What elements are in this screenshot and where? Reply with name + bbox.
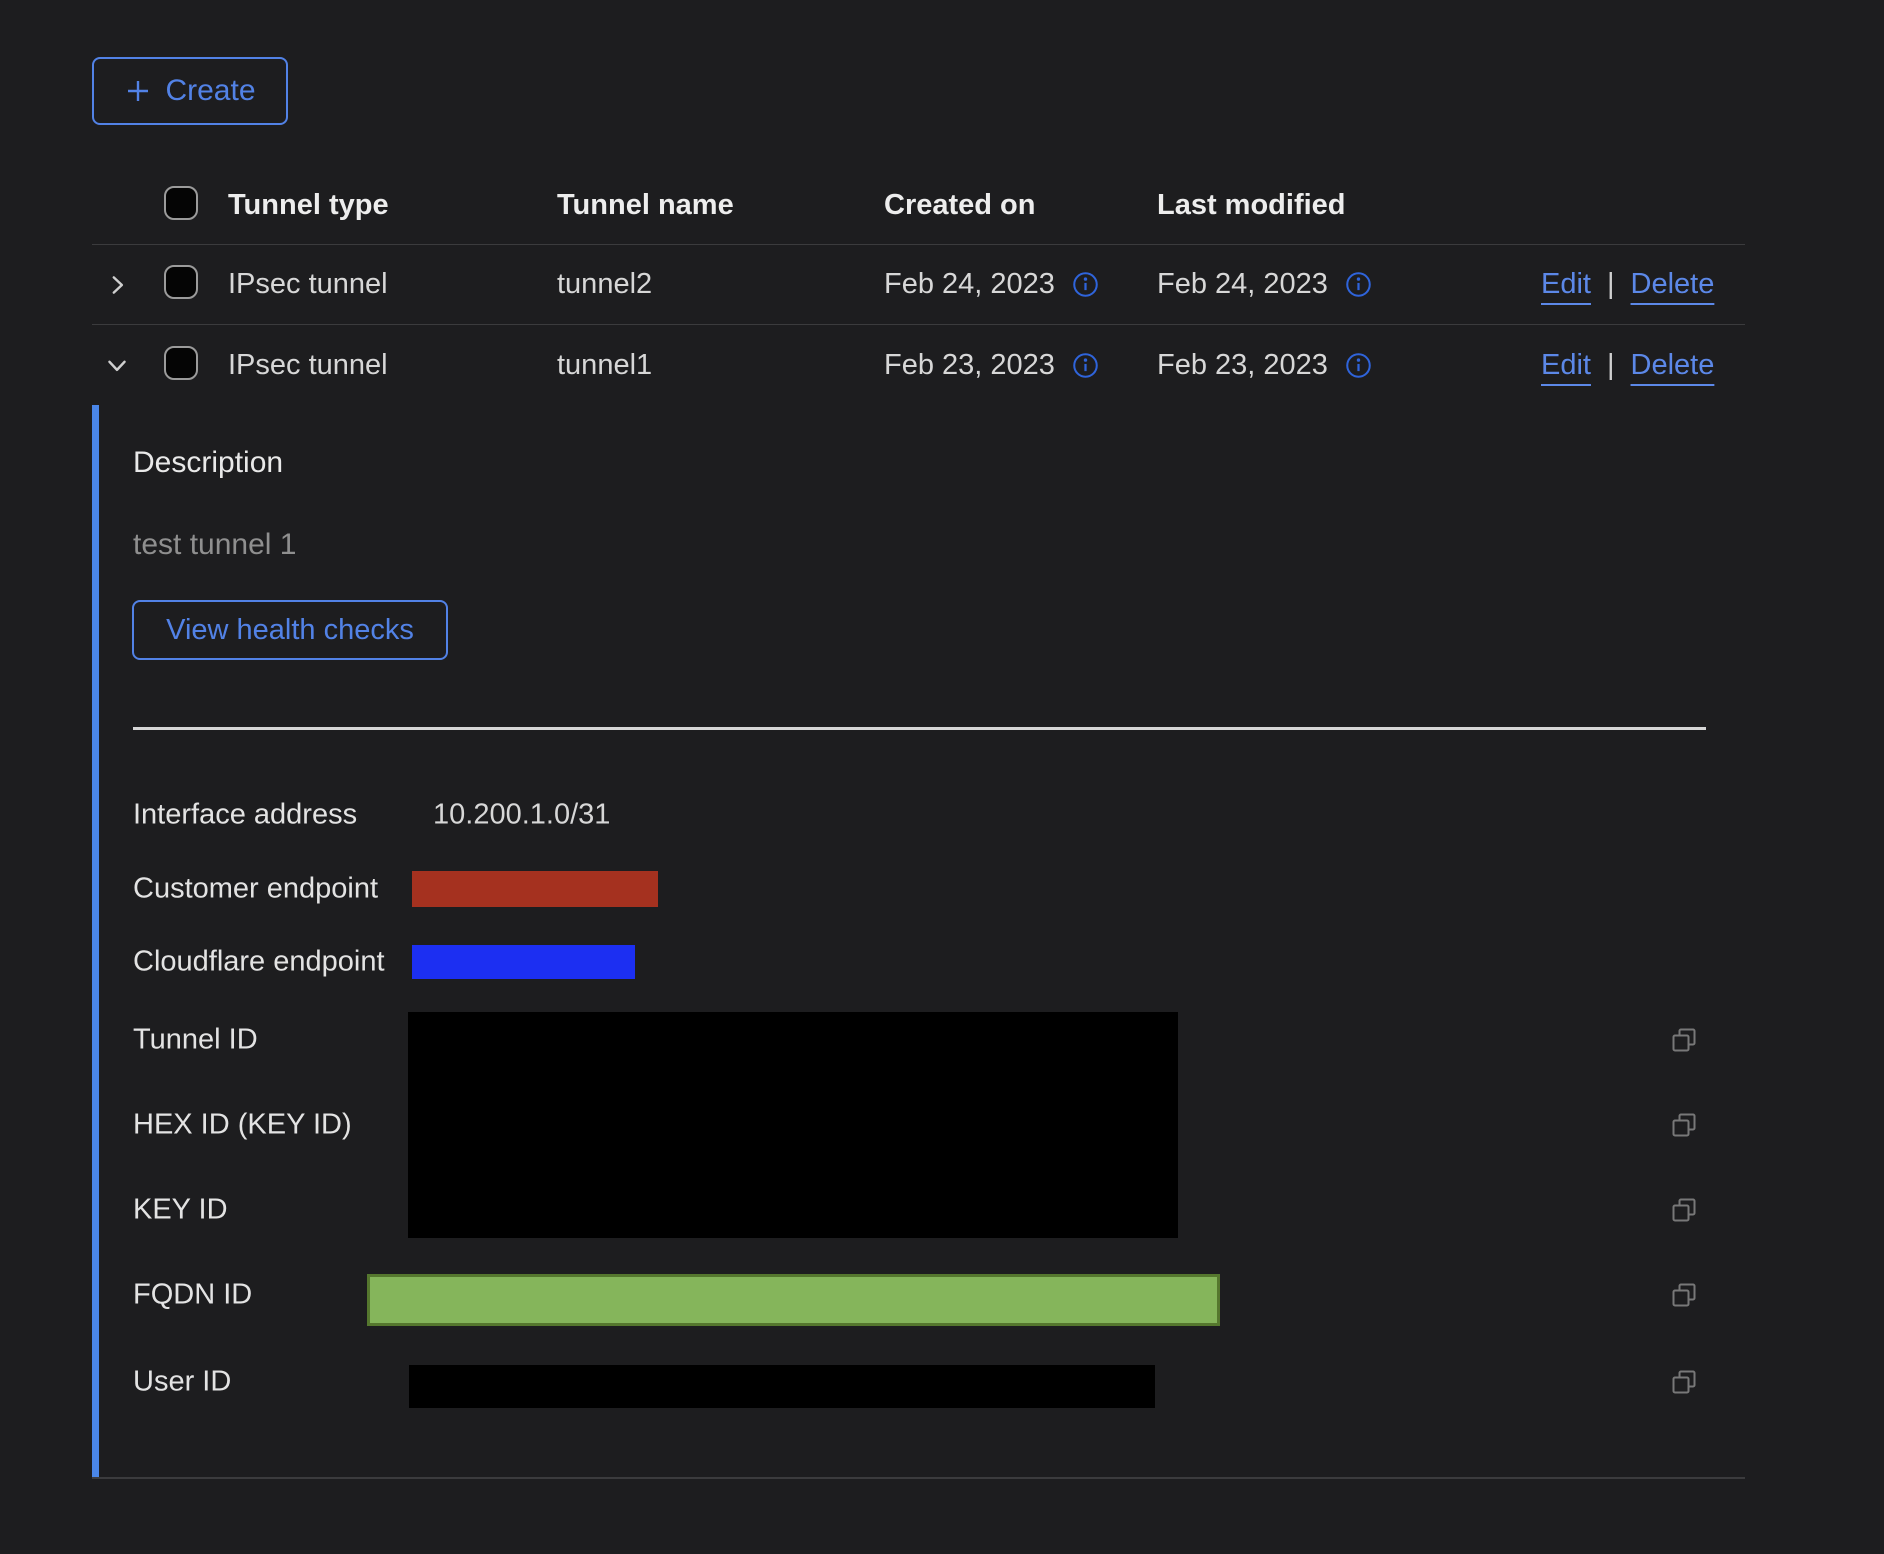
description-label: Description — [133, 446, 283, 480]
customer-endpoint-label: Customer endpoint — [133, 873, 378, 906]
create-button-label: Create — [165, 74, 255, 108]
copy-user-id-button[interactable] — [1668, 1366, 1700, 1398]
info-icon — [1345, 271, 1372, 298]
interface-address-label: Interface address — [133, 799, 357, 832]
info-icon — [1072, 352, 1099, 379]
select-all-checkbox[interactable] — [164, 186, 198, 220]
description-value: test tunnel 1 — [133, 528, 296, 562]
interface-address-value: 10.200.1.0/31 — [433, 799, 610, 832]
col-header-tunnel-name: Tunnel name — [557, 189, 884, 222]
delete-link[interactable]: Delete — [1631, 268, 1715, 301]
row-checkbox[interactable] — [164, 265, 198, 299]
actions-separator: | — [1607, 268, 1615, 301]
edit-link[interactable]: Edit — [1541, 268, 1591, 301]
tunnel-detail-panel: Description test tunnel 1 View health ch… — [92, 405, 1745, 1478]
copy-hex-id-button[interactable] — [1668, 1109, 1700, 1141]
cell-created-on: Feb 24, 2023 — [884, 268, 1055, 301]
row-checkbox[interactable] — [164, 346, 198, 380]
col-header-tunnel-type: Tunnel type — [228, 189, 557, 222]
col-header-created-on: Created on — [884, 189, 1157, 222]
ids-redacted-values — [408, 1012, 1178, 1238]
key-id-label: KEY ID — [133, 1194, 228, 1227]
user-id-redacted-value — [409, 1365, 1155, 1408]
table-row-tunnel2: IPsec tunnel tunnel2 Feb 24, 2023 Feb 24… — [92, 245, 1745, 325]
chevron-down-icon — [104, 352, 130, 378]
cell-created-on: Feb 23, 2023 — [884, 349, 1055, 382]
copy-icon — [1669, 1367, 1699, 1397]
chevron-right-icon — [104, 272, 130, 298]
last-modified-info-button[interactable] — [1345, 271, 1372, 298]
actions-separator: | — [1607, 349, 1615, 382]
last-modified-info-button[interactable] — [1345, 352, 1372, 379]
user-id-label: User ID — [133, 1366, 231, 1399]
plus-icon — [124, 77, 152, 105]
view-health-checks-button[interactable]: View health checks — [132, 600, 448, 660]
create-button[interactable]: Create — [92, 57, 288, 125]
tunnels-table: Tunnel type Tunnel name Created on Last … — [92, 166, 1745, 405]
copy-icon — [1669, 1280, 1699, 1310]
cell-tunnel-type: IPsec tunnel — [228, 268, 557, 301]
copy-key-id-button[interactable] — [1668, 1194, 1700, 1226]
hex-id-label: HEX ID (KEY ID) — [133, 1109, 352, 1142]
ipsec-tunnels-page: { "colors": { "page_bg": "#1d1d1f", "acc… — [0, 0, 1884, 1554]
panel-divider — [133, 727, 1706, 730]
customer-endpoint-redacted-value — [412, 871, 658, 907]
cell-tunnel-name: tunnel2 — [557, 268, 884, 301]
table-header-row: Tunnel type Tunnel name Created on Last … — [92, 166, 1745, 245]
cloudflare-endpoint-label: Cloudflare endpoint — [133, 946, 385, 979]
col-header-last-modified: Last modified — [1157, 189, 1541, 222]
copy-icon — [1669, 1110, 1699, 1140]
info-icon — [1072, 271, 1099, 298]
cell-tunnel-type: IPsec tunnel — [228, 349, 557, 382]
copy-tunnel-id-button[interactable] — [1668, 1024, 1700, 1056]
expand-row-button[interactable] — [104, 272, 130, 298]
copy-icon — [1669, 1025, 1699, 1055]
cell-last-modified: Feb 23, 2023 — [1157, 349, 1328, 382]
fqdn-id-redacted-value — [367, 1274, 1220, 1326]
cell-tunnel-name: tunnel1 — [557, 349, 884, 382]
info-icon — [1345, 352, 1372, 379]
created-on-info-button[interactable] — [1072, 271, 1099, 298]
copy-fqdn-id-button[interactable] — [1668, 1279, 1700, 1311]
table-row-tunnel1: IPsec tunnel tunnel1 Feb 23, 2023 Feb 23… — [92, 325, 1745, 405]
created-on-info-button[interactable] — [1072, 352, 1099, 379]
fqdn-id-label: FQDN ID — [133, 1279, 252, 1312]
copy-icon — [1669, 1195, 1699, 1225]
edit-link[interactable]: Edit — [1541, 349, 1591, 382]
delete-link[interactable]: Delete — [1631, 349, 1715, 382]
cloudflare-endpoint-redacted-value — [412, 945, 635, 979]
cell-last-modified: Feb 24, 2023 — [1157, 268, 1328, 301]
tunnel-id-label: Tunnel ID — [133, 1024, 258, 1057]
collapse-row-button[interactable] — [104, 352, 130, 378]
